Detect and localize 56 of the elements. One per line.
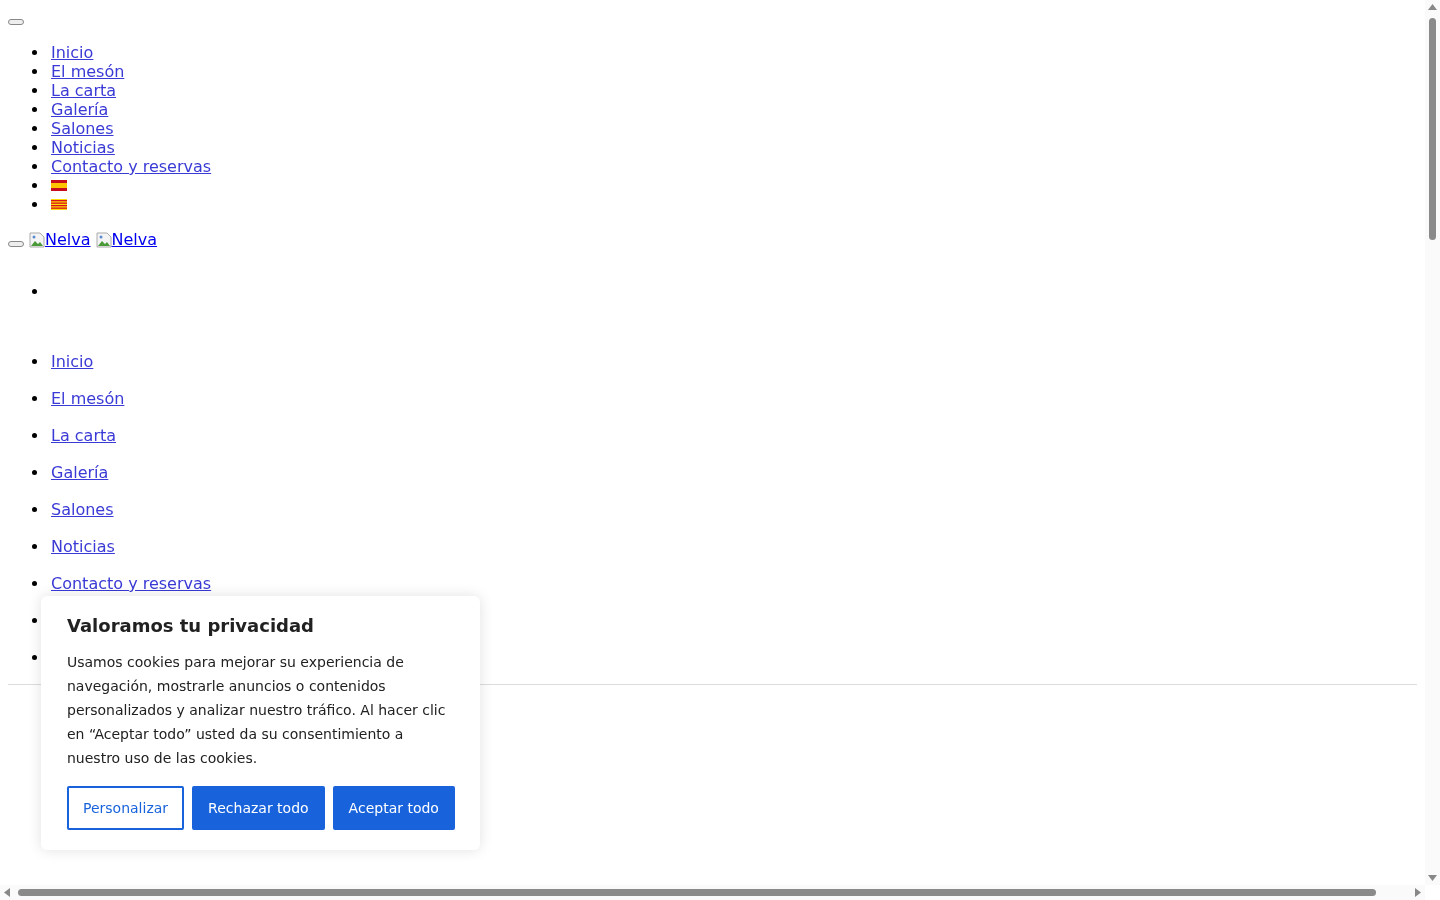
bullet-icon xyxy=(32,396,37,401)
bullet-icon xyxy=(32,183,37,188)
down-arrow-icon[interactable] xyxy=(1428,875,1437,881)
nav-link[interactable]: Salones xyxy=(51,119,114,138)
bullet-icon xyxy=(32,145,37,150)
vertical-scrollbar[interactable] xyxy=(1425,0,1440,885)
right-arrow-icon[interactable] xyxy=(1415,888,1421,897)
bullet-icon xyxy=(32,50,37,55)
horizontal-scrollbar[interactable] xyxy=(0,885,1425,900)
nav-link[interactable]: Noticias xyxy=(51,537,115,556)
scrollbar-thumb[interactable] xyxy=(1429,18,1436,240)
dialog-title: Valoramos tu privacidad xyxy=(67,614,315,638)
bullet-icon xyxy=(32,433,37,438)
nav-link[interactable]: Inicio xyxy=(51,43,94,62)
bullet-icon xyxy=(32,359,37,364)
scrollbar-thumb[interactable] xyxy=(18,889,1376,896)
broken-image-icon xyxy=(29,231,45,248)
nav-link[interactable]: El mesón xyxy=(51,389,125,408)
menu-toggle-button[interactable] xyxy=(8,19,24,25)
bullet-icon xyxy=(32,126,37,131)
bullet-icon xyxy=(32,164,37,169)
nav-link[interactable]: Galería xyxy=(51,100,109,119)
nav-link[interactable]: Noticias xyxy=(51,138,115,157)
nav-link[interactable]: La carta xyxy=(51,426,117,445)
nav-link[interactable]: El mesón xyxy=(51,62,125,81)
bullet-icon xyxy=(32,507,37,512)
bullet-icon xyxy=(32,581,37,586)
nav-link[interactable]: Salones xyxy=(51,500,114,519)
bullet-icon xyxy=(32,470,37,475)
bullet-icon xyxy=(32,289,37,294)
bullet-icon xyxy=(32,202,37,207)
logo-alt-text: Nelva xyxy=(45,230,91,249)
broken-image-icon xyxy=(95,231,112,248)
striped-flag-icon[interactable] xyxy=(51,199,67,210)
menu-toggle-button[interactable] xyxy=(8,240,24,247)
up-arrow-icon[interactable] xyxy=(1428,4,1437,10)
consent-button[interactable]: Personalizar xyxy=(67,786,185,830)
logo-link[interactable]: Nelva xyxy=(95,230,158,249)
logo-alt-text: Nelva xyxy=(111,230,158,249)
bullet-icon xyxy=(32,107,37,112)
bullet-icon xyxy=(32,544,37,549)
bullet-icon xyxy=(32,655,37,660)
bullet-icon xyxy=(32,88,37,93)
consent-button[interactable]: Rechazar todo xyxy=(192,786,325,830)
dialog-text: Usamos cookies para mejorar su experiencia de navegación, mostrarle anuncios o contenidos personalizados y analizar nuestro tráfico. Al hacer clic en “Aceptar todo” usted da su consentimiento a nuestro uso de las cookies. xyxy=(67,653,447,768)
nav-link[interactable]: La carta xyxy=(51,81,117,100)
nav-link[interactable]: Inicio xyxy=(51,352,94,371)
logo-link[interactable]: Nelva xyxy=(29,230,91,249)
nav-link[interactable]: Contacto y reservas xyxy=(51,157,212,176)
nav-link[interactable]: Galería xyxy=(51,463,109,482)
bullet-icon xyxy=(32,618,37,623)
consent-button[interactable]: Aceptar todo xyxy=(332,786,455,830)
left-arrow-icon[interactable] xyxy=(4,888,10,897)
nav-link[interactable]: Contacto y reservas xyxy=(51,574,212,593)
bullet-icon xyxy=(32,69,37,74)
spain-flag-icon[interactable] xyxy=(51,180,67,191)
